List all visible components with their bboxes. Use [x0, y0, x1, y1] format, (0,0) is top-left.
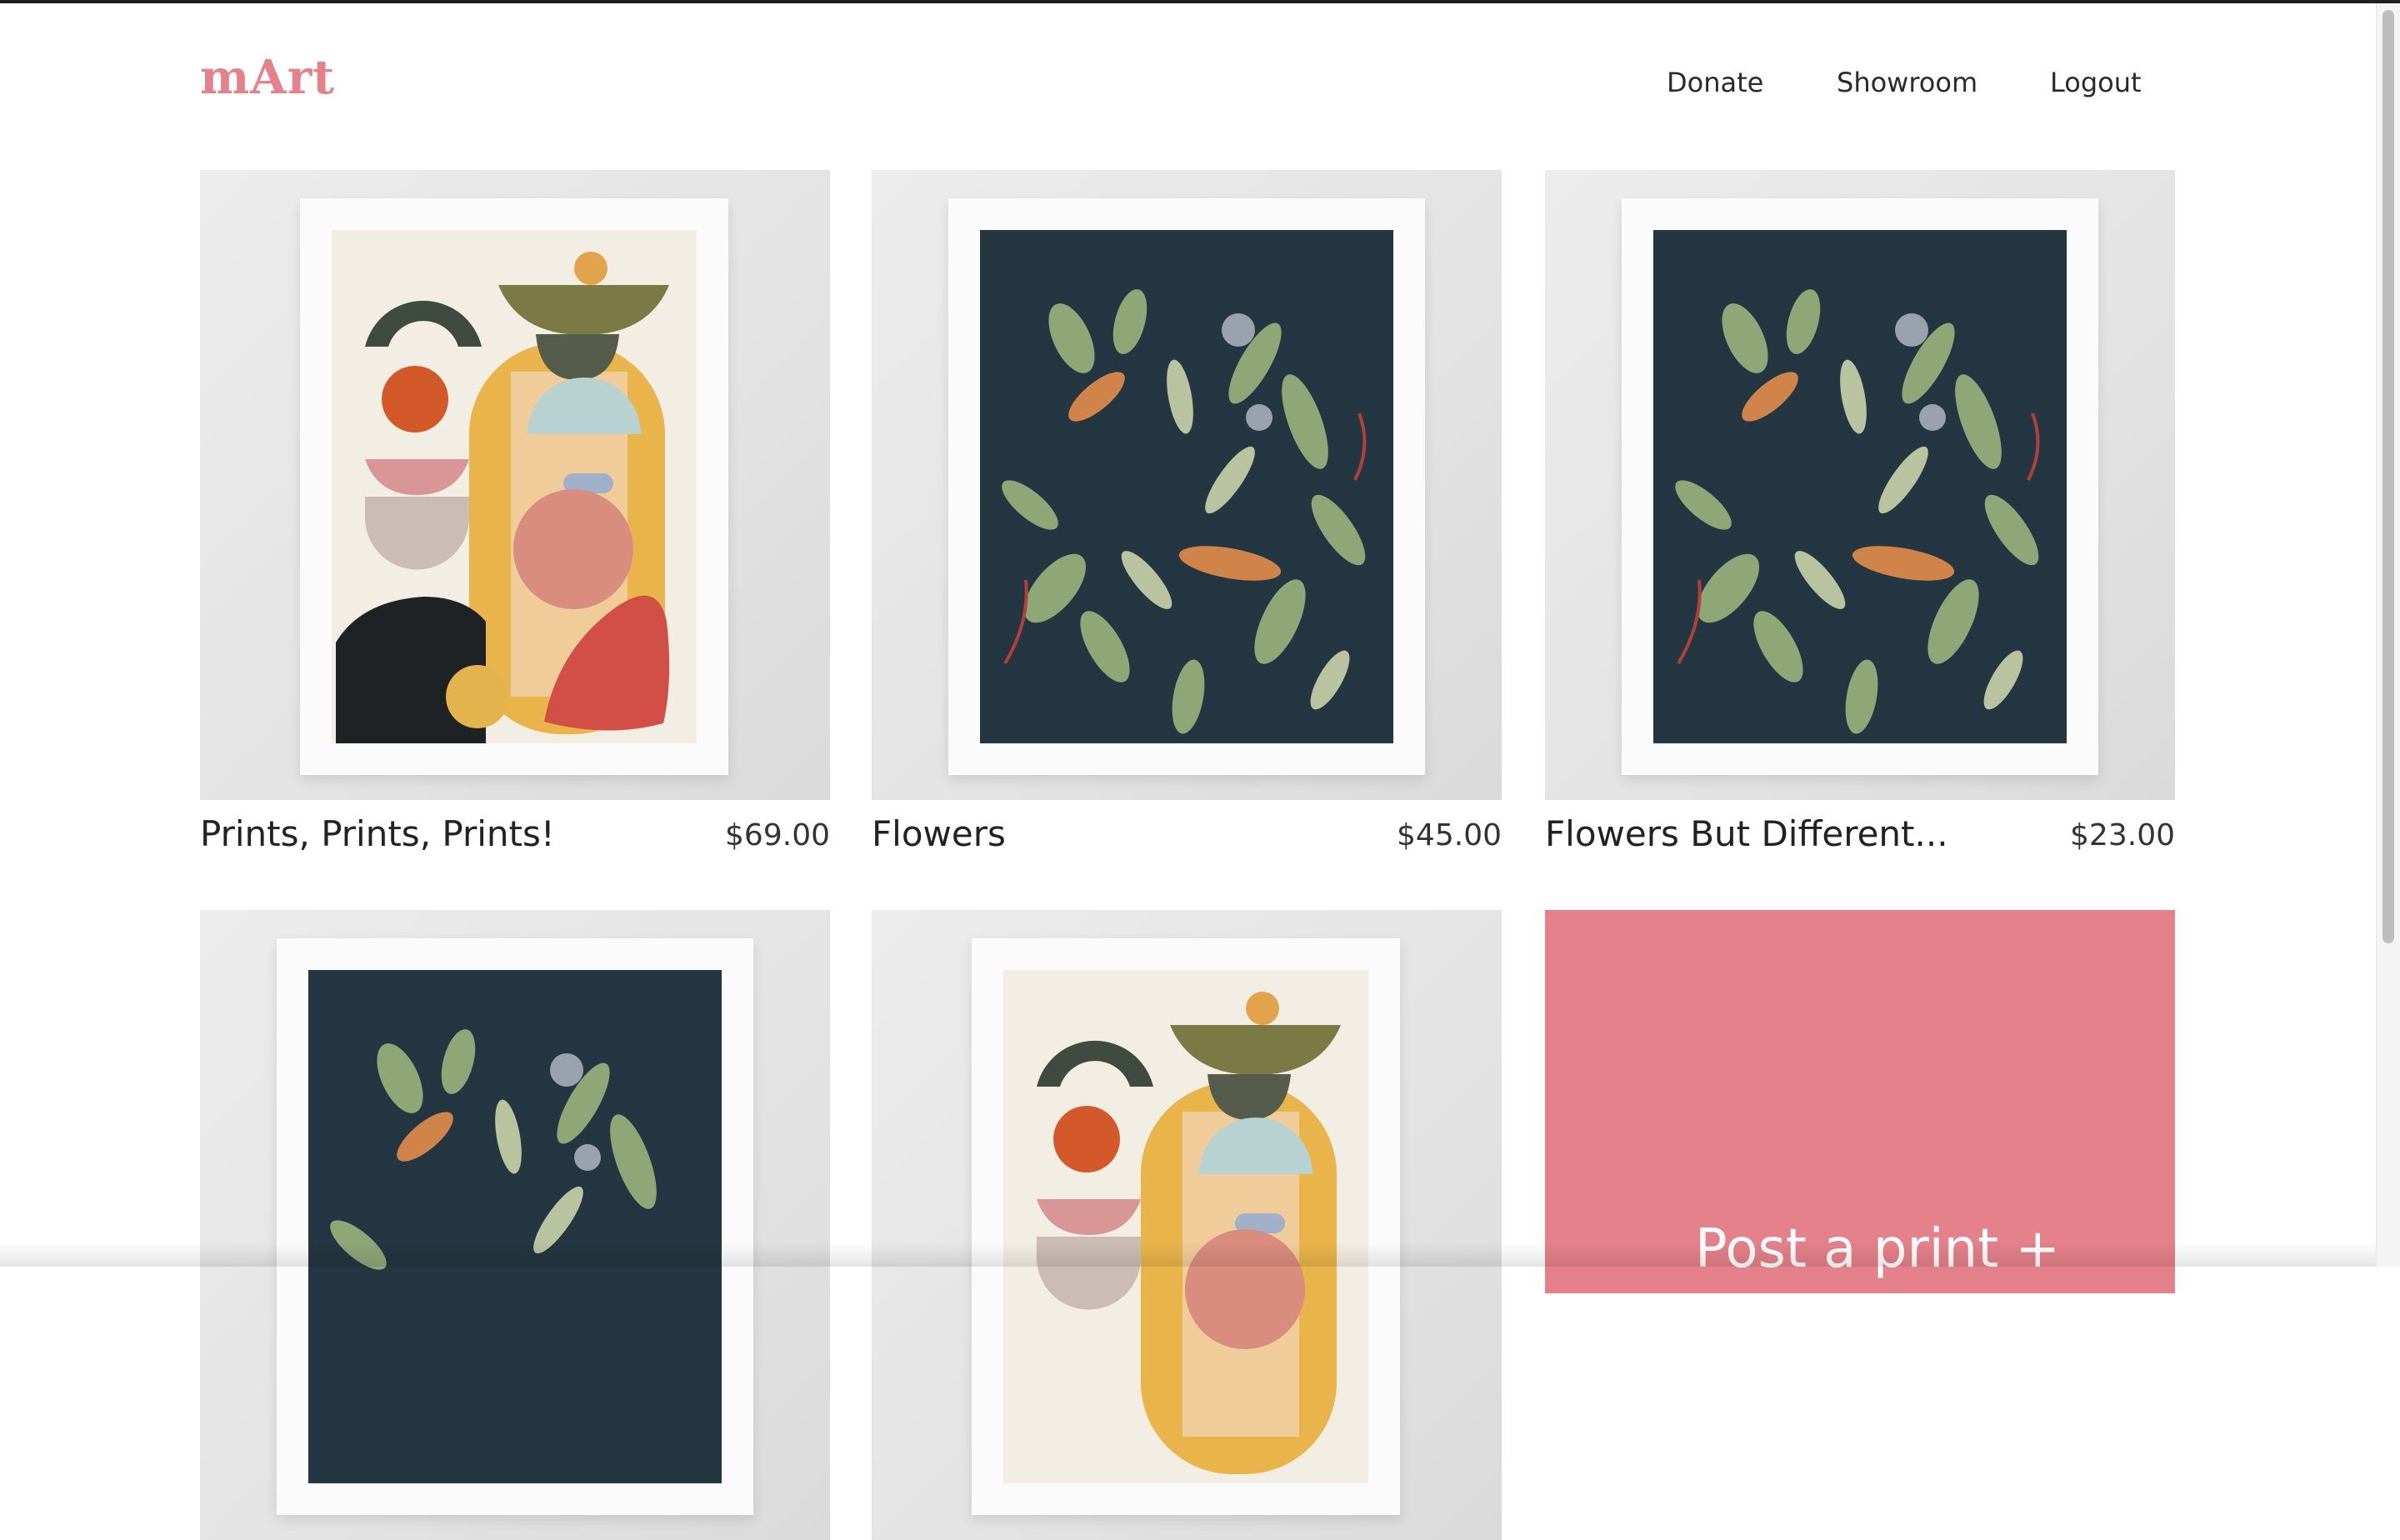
print-frame	[1622, 198, 2098, 775]
page-scrollbar[interactable]	[2376, 3, 2400, 1267]
jungle-art-image	[308, 970, 722, 1483]
nav-logout-link[interactable]: Logout	[2050, 67, 2142, 98]
window-top-edge	[0, 0, 2400, 3]
product-image[interactable]	[200, 170, 830, 800]
print-frame	[300, 198, 728, 775]
product-price: $69.00	[725, 818, 830, 852]
product-title[interactable]: Flowers But Different...	[1545, 813, 1948, 854]
nav-donate-link[interactable]: Donate	[1667, 67, 1763, 98]
abstract-art-image	[332, 230, 697, 743]
print-frame	[972, 938, 1400, 1515]
product-title[interactable]: Flowers	[872, 813, 1006, 854]
jungle-art-image	[980, 230, 1393, 743]
product-image[interactable]	[872, 910, 1502, 1540]
viewport-bottom-shadow	[0, 1242, 2377, 1267]
product-price: $45.00	[1397, 818, 1502, 852]
product-price: $23.00	[2070, 818, 2175, 852]
product-image[interactable]	[1545, 170, 2175, 800]
product-image[interactable]	[872, 170, 1502, 800]
post-print-tile[interactable]: Post a print +	[1545, 910, 2175, 1293]
abstract-art-image	[1003, 970, 1368, 1483]
product-title[interactable]: Prints, Prints, Prints!	[200, 813, 555, 854]
print-frame	[277, 938, 753, 1515]
print-frame	[948, 198, 1425, 775]
nav-showroom-link[interactable]: Showroom	[1837, 67, 1978, 98]
brand-logo[interactable]: mArt	[200, 50, 335, 105]
jungle-art-image	[1653, 230, 2067, 743]
product-image[interactable]	[200, 910, 830, 1540]
scrollbar-thumb[interactable]	[2382, 10, 2394, 943]
